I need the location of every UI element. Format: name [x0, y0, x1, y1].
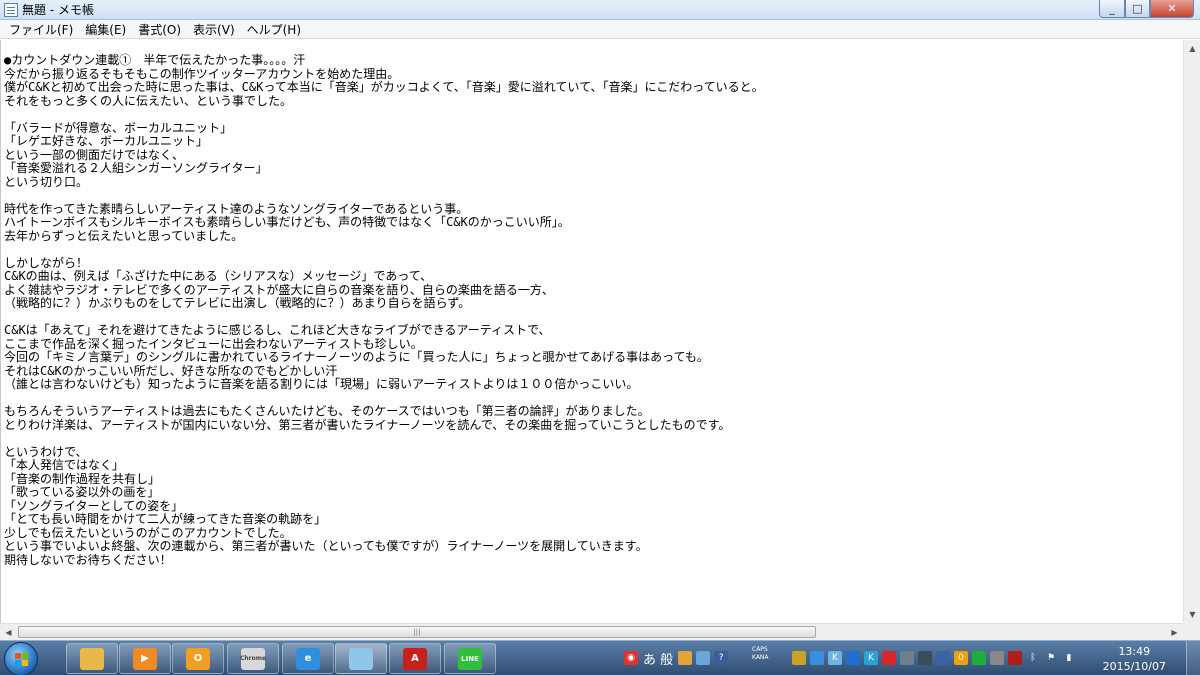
start-button[interactable] — [4, 642, 38, 675]
media-player-icon: ▶ — [133, 647, 157, 670]
minimize-button[interactable]: _ — [1099, 0, 1125, 18]
usb-icon[interactable] — [990, 651, 1004, 665]
horizontal-scrollbar[interactable]: ◀ ||| ▶ — [0, 623, 1183, 640]
caps-label: CAPS — [752, 646, 768, 653]
explorer-icon — [80, 647, 104, 670]
ime-mode[interactable]: あ 般 — [643, 649, 673, 668]
outlook-icon: O — [186, 647, 210, 670]
ime-toolbar-icon[interactable]: ◉ — [624, 651, 638, 665]
menu-view[interactable]: 表示(V) — [187, 21, 241, 38]
caps-kana-indicator: CAPS KANA — [752, 646, 769, 662]
taskbar-acrobat[interactable]: A — [389, 643, 441, 674]
taskbar-chrome[interactable]: Chrome — [227, 643, 279, 674]
text-editor[interactable]: ●カウントダウン連載① 半年で伝えたかった事。。。。汗 今だから振り返るそもそも… — [0, 40, 1183, 623]
network-icon[interactable]: ▮ — [1062, 651, 1076, 665]
clock[interactable]: 13:49 2015/10/07 — [1103, 644, 1166, 674]
taskbar-notepad[interactable] — [335, 643, 387, 674]
show-desktop-button[interactable] — [1186, 641, 1200, 675]
acrobat-tray-icon[interactable] — [882, 651, 896, 665]
taskbar-line[interactable]: LINE — [444, 643, 496, 674]
internet-explorer-icon: e — [296, 647, 320, 670]
bluetooth-icon[interactable]: ᛒ — [1026, 651, 1040, 665]
notification-area: K K 0 ᛒ ⚑ ▮ — [790, 645, 1078, 671]
printer-icon[interactable] — [936, 651, 950, 665]
title-bar: 無題 - メモ帳 _ □ ✕ — [0, 0, 1200, 20]
taskbar-outlook[interactable]: O — [172, 643, 224, 674]
scroll-up-icon[interactable]: ▲ — [1184, 40, 1200, 57]
taskbar: ▶ O Chrome e A LINE ◉ あ 般 ? CAPS KANA K K 0 ᛒ… — [0, 640, 1200, 675]
menu-file[interactable]: ファイル(F) — [3, 21, 79, 38]
mail-icon[interactable] — [846, 651, 860, 665]
help-icon[interactable]: ? — [714, 651, 729, 665]
close-button[interactable]: ✕ — [1150, 0, 1194, 18]
line-tray-icon[interactable] — [972, 651, 986, 665]
menu-bar: ファイル(F) 編集(E) 書式(O) 表示(V) ヘルプ(H) — [0, 20, 1200, 39]
menu-edit[interactable]: 編集(E) — [79, 21, 132, 38]
cloud-icon[interactable] — [810, 651, 824, 665]
k-app-icon[interactable]: K — [828, 651, 842, 665]
scrollbar-corner — [1183, 623, 1200, 640]
vertical-scrollbar[interactable]: ▲ ▼ — [1183, 40, 1200, 623]
red-app-icon[interactable] — [1008, 651, 1022, 665]
window-controls: _ □ ✕ — [1099, 0, 1194, 18]
notepad-icon — [4, 2, 18, 17]
document-text[interactable]: ●カウントダウン連載① 半年で伝えたかった事。。。。汗 今だから振り返るそもそも… — [1, 40, 1183, 567]
line-icon: LINE — [458, 647, 482, 670]
display-icon[interactable] — [918, 651, 932, 665]
horizontal-scroll-thumb[interactable]: ||| — [18, 626, 816, 638]
k-blue-icon[interactable]: K — [864, 651, 878, 665]
window-title: 無題 - メモ帳 — [22, 3, 94, 17]
acrobat-icon: A — [403, 647, 427, 670]
taskbar-media-player[interactable]: ▶ — [119, 643, 171, 674]
menu-help[interactable]: ヘルプ(H) — [241, 21, 307, 38]
menu-format[interactable]: 書式(O) — [132, 21, 187, 38]
clock-time: 13:49 — [1118, 645, 1151, 658]
scroll-right-icon[interactable]: ▶ — [1166, 624, 1183, 640]
kana-label: KANA — [752, 654, 769, 661]
gem-icon[interactable] — [900, 651, 914, 665]
taskbar-internet-explorer[interactable]: e — [282, 643, 334, 674]
o-app-icon[interactable]: 0 — [954, 651, 968, 665]
ime-pad-icon[interactable] — [696, 651, 711, 665]
chrome-icon: Chrome — [240, 647, 266, 670]
notepad-icon — [349, 647, 373, 670]
clock-date: 2015/10/07 — [1102, 660, 1166, 673]
system-tray: ◉ あ 般 ? — [622, 645, 730, 671]
taskbar-explorer[interactable] — [66, 643, 118, 674]
maximize-button[interactable]: □ — [1125, 0, 1150, 18]
scroll-left-icon[interactable]: ◀ — [0, 624, 17, 640]
ime-tool-icon[interactable] — [678, 651, 693, 665]
flag-icon[interactable]: ⚑ — [1044, 651, 1058, 665]
scroll-down-icon[interactable]: ▼ — [1184, 606, 1200, 623]
shield-icon[interactable] — [792, 651, 806, 665]
